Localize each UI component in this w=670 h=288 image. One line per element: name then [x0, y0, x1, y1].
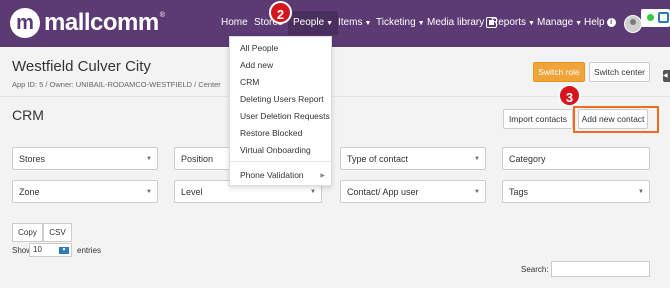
nav-people-label: People — [293, 17, 325, 28]
level-filter-label: Level — [181, 186, 203, 197]
category-filter-label: Category — [509, 153, 546, 164]
nav-people[interactable]: People ▼ — [288, 11, 339, 35]
online-status-icon — [647, 14, 654, 21]
chevron-down-icon: ▼ — [474, 189, 480, 195]
nav-home[interactable]: Home — [221, 11, 248, 35]
menu-item-deleting-users-report[interactable]: Deleting Users Report — [240, 94, 324, 104]
menu-item-restore-blocked[interactable]: Restore Blocked — [240, 128, 302, 138]
chevron-down-icon: ▼ — [638, 189, 644, 195]
stores-filter-label: Stores — [19, 153, 46, 164]
menu-item-user-deletion-requests[interactable]: User Deletion Requests — [240, 111, 330, 121]
app-switch-icon — [658, 12, 669, 23]
import-contacts-button[interactable]: Import contacts — [503, 109, 573, 129]
zone-filter[interactable]: Zone ▼ — [12, 180, 158, 203]
entries-per-page-value: 10 — [33, 245, 42, 254]
page-title: Westfield Culver City — [12, 58, 151, 75]
section-title: CRM — [12, 107, 44, 123]
type-of-contact-filter-label: Type of contact — [347, 153, 409, 164]
chevron-down-icon: ▼ — [528, 20, 535, 27]
search-input[interactable] — [551, 261, 650, 277]
logo-mark: m — [10, 8, 40, 38]
entries-per-page-select[interactable]: 10 ▼ — [29, 243, 72, 257]
menu-item-add-new[interactable]: Add new — [240, 60, 273, 70]
chevron-down-icon: ▼ — [417, 20, 425, 27]
menu-divider — [230, 161, 331, 162]
switch-role-button[interactable]: Switch role — [533, 62, 585, 82]
nav-ticketing-label: Ticketing — [376, 17, 416, 28]
switch-center-button[interactable]: Switch center — [589, 62, 650, 82]
nav-media-library[interactable]: Media library — [427, 11, 498, 35]
chevron-down-icon: ▼ — [575, 20, 583, 27]
position-filter-label: Position — [181, 153, 214, 164]
tags-filter[interactable]: Tags ▼ — [502, 180, 650, 203]
menu-item-phone-validation[interactable]: Phone Validation — [240, 170, 304, 180]
nav-manage[interactable]: Manage ▼ — [537, 11, 582, 35]
menu-item-virtual-onboarding[interactable]: Virtual Onboarding — [240, 145, 311, 155]
contact-app-user-filter-label: Contact/ App user — [347, 186, 419, 197]
entries-label: entries — [77, 246, 102, 255]
menu-item-crm[interactable]: CRM — [240, 77, 259, 87]
nav-items-label: Items — [338, 17, 363, 28]
copy-button[interactable]: Copy — [12, 223, 43, 242]
stores-filter[interactable]: Stores ▼ — [12, 147, 158, 170]
chevron-down-icon: ▼ — [364, 20, 372, 27]
highlight-frame — [573, 106, 659, 133]
status-indicator[interactable] — [641, 9, 670, 27]
tags-filter-label: Tags — [509, 186, 529, 197]
logo-registered-mark: ® — [159, 11, 165, 19]
user-avatar[interactable] — [624, 15, 642, 33]
menu-item-all-people[interactable]: All People — [240, 43, 278, 53]
mallcomm-logo[interactable]: m mallcomm ® — [10, 8, 165, 38]
nav-reports-label: Reports — [491, 17, 527, 28]
chevron-right-icon: ▶ — [320, 173, 325, 179]
nav-media-library-label: Media library — [427, 17, 485, 28]
chevron-down-icon: ▼ — [146, 189, 152, 195]
zone-filter-label: Zone — [19, 186, 40, 197]
chevron-down-icon: ▼ — [474, 156, 480, 162]
top-nav-bar: m mallcomm ® Home Stores People ▼ Items ▼ … — [0, 0, 670, 47]
category-filter[interactable]: Category — [502, 147, 650, 170]
side-panel-toggle-icon[interactable]: ◀ — [663, 70, 670, 82]
nav-help[interactable]: Help i — [584, 11, 616, 35]
nav-manage-label: Manage — [537, 17, 574, 28]
type-of-contact-filter[interactable]: Type of contact ▼ — [340, 147, 486, 170]
nav-items[interactable]: Items ▼ — [338, 11, 371, 35]
chevron-down-icon: ▼ — [146, 156, 152, 162]
nav-ticketing[interactable]: Ticketing ▼ — [376, 11, 425, 35]
csv-button[interactable]: CSV — [43, 223, 72, 242]
search-label: Search: — [521, 265, 549, 274]
step-badge-3: 3 — [558, 84, 581, 107]
nav-help-label: Help — [584, 17, 605, 28]
logo-wordmark: mallcomm — [44, 9, 159, 36]
chevron-down-icon: ▼ — [59, 247, 69, 254]
step-badge-2: 2 — [269, 1, 292, 24]
info-icon: i — [606, 17, 616, 27]
nav-reports[interactable]: Reports ▼ — [491, 11, 535, 35]
contact-app-user-filter[interactable]: Contact/ App user ▼ — [340, 180, 486, 203]
people-dropdown-menu: All People Add new CRM Deleting Users Re… — [229, 36, 332, 186]
chevron-down-icon: ▼ — [326, 20, 334, 27]
app-meta-breadcrumb: App ID: 5 / Owner: UNIBAIL-RODAMCO-WESTF… — [12, 80, 221, 89]
chevron-down-icon: ▼ — [310, 189, 316, 195]
